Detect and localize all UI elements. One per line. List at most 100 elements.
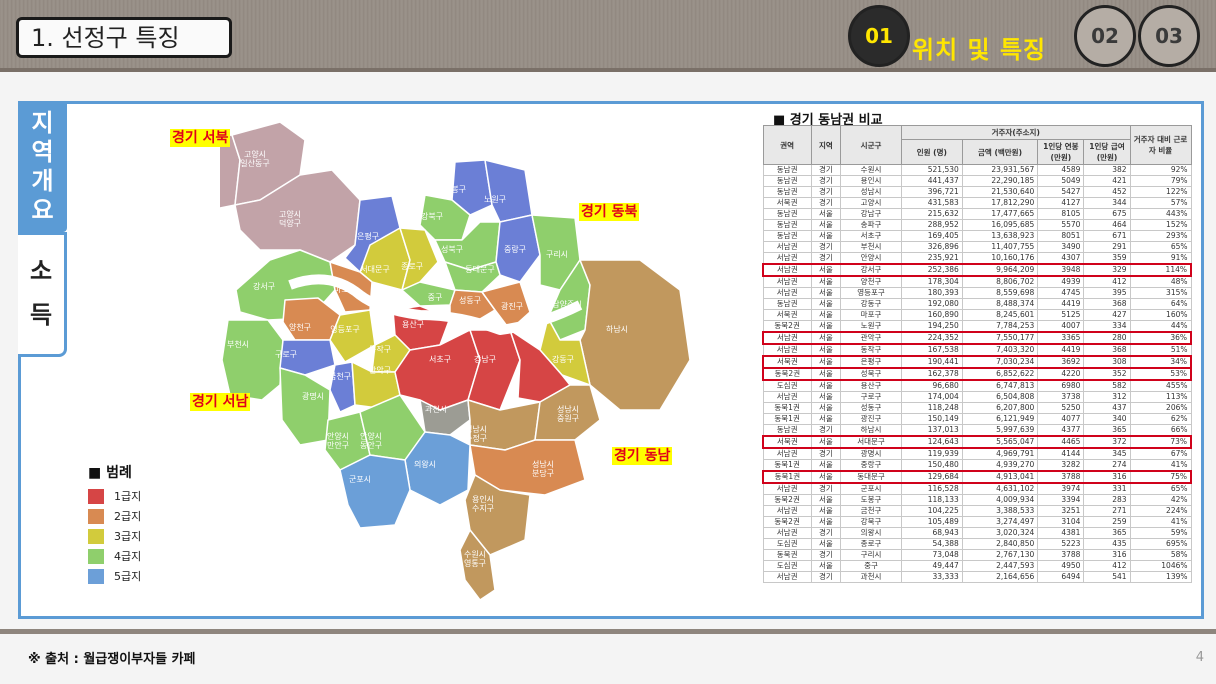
table-row: 서남권 서울 동작구 167,538 7,403,320 4419 368 51% [762, 343, 1192, 357]
table-cell: 382 [1083, 164, 1131, 176]
table-cell: 7,030,234 [961, 355, 1039, 369]
table-row: 동남권 경기 성남시 396,721 21,530,640 5427 452 122% [762, 186, 1192, 198]
table-cell: 464 [1083, 219, 1131, 231]
table-cell: 118,248 [900, 402, 963, 414]
table-cell: 443% [1129, 208, 1192, 220]
table-cell: 4,969,791 [961, 447, 1039, 460]
district-label: 과천시 [424, 405, 448, 414]
table-cell: 33,333 [900, 571, 963, 583]
table-row: 도심권 서울 용산구 96,680 6,747,813 6980 582 455% [762, 379, 1192, 392]
table-cell: 서남권 [762, 343, 812, 357]
table-cell: 104,225 [900, 505, 963, 517]
table-cell: 259 [1083, 516, 1131, 528]
table-cell: 695% [1129, 538, 1192, 550]
table-cell: 성동구 [840, 402, 902, 414]
table-cell: 53% [1129, 367, 1192, 381]
table-cell: 16,095,685 [961, 219, 1039, 231]
table-cell: 54,388 [900, 538, 963, 550]
table-cell: 도봉구 [840, 494, 902, 506]
table-cell: 5049 [1037, 175, 1085, 187]
district-label: 남양주시 [552, 300, 582, 309]
table-cell: 174,004 [900, 391, 963, 403]
table-cell: 경기 [810, 175, 842, 187]
table-cell: 동대문구 [840, 470, 902, 484]
table-cell: 경기 [810, 482, 842, 495]
step-01-button[interactable]: 01 [848, 5, 910, 67]
table-cell: 서울 [810, 367, 842, 381]
table-cell: 도심권 [762, 379, 812, 392]
table-cell: 521,530 [900, 164, 963, 176]
table-cell: 경기 [810, 527, 842, 539]
table-row: 동남권 경기 수원시 521,530 23,931,567 4589 382 92% [762, 164, 1192, 176]
table-cell: 구로구 [840, 391, 902, 403]
district-hanam [579, 259, 691, 411]
table-cell: 서울 [810, 379, 842, 392]
side-tab-region-overview[interactable]: 지역개요 [18, 101, 67, 232]
table-cell: 437 [1083, 402, 1131, 414]
table-cell: 3490 [1037, 241, 1085, 253]
table-cell: 안양시 [840, 252, 902, 265]
legend-swatch [88, 548, 104, 564]
table-cell: 서남권 [762, 482, 812, 495]
region-label-gyeonggi-southeast: 경기 동남 [612, 447, 673, 465]
page-number: 4 [1195, 650, 1204, 665]
table-cell: 51% [1129, 343, 1192, 357]
district-label: 성남시 수정구 [464, 425, 488, 443]
table-cell: 경기 [810, 186, 842, 198]
table-cell: 3692 [1037, 355, 1085, 369]
table-cell: 서울 [810, 516, 842, 528]
table-cell: 동남권 [762, 298, 812, 310]
table-cell: 5125 [1037, 309, 1085, 321]
table-row: 동남권 서울 서초구 169,405 13,638,923 8051 671 293% [762, 230, 1192, 242]
table-cell: 4745 [1037, 287, 1085, 299]
table-cell: 3974 [1037, 482, 1085, 495]
tab-char: 역 [31, 138, 54, 166]
table-cell: 23,931,567 [961, 164, 1039, 176]
table-cell: 215,632 [900, 208, 963, 220]
district-label: 의왕시 [413, 460, 437, 469]
table-cell: 352 [1083, 367, 1131, 381]
table-cell: 서북권 [761, 355, 812, 369]
table-cell: 2,767,130 [961, 549, 1039, 561]
table-cell: 8,559,698 [961, 287, 1039, 299]
table-cell: 68,943 [900, 527, 963, 539]
side-tab-income[interactable]: 소득 [18, 232, 67, 357]
step-03-button[interactable]: 03 [1138, 5, 1200, 67]
table-cell: 동남권 [762, 186, 812, 198]
table-cell: 4,009,934 [961, 494, 1039, 506]
step-02-button[interactable]: 02 [1074, 5, 1136, 67]
table-cell: 광명시 [840, 447, 902, 460]
table-cell: 2,840,850 [961, 538, 1039, 550]
table-cell: 169,405 [900, 230, 963, 242]
tab-char: 소 [29, 257, 53, 285]
legend-label: 5급지 [114, 570, 142, 583]
table-cell: 동남권 [762, 219, 812, 231]
table-cell: 양천구 [840, 275, 902, 288]
table-cell: 경기 [810, 549, 842, 561]
table-cell: 도심권 [762, 560, 812, 572]
table-cell: 288,952 [900, 219, 963, 231]
table-cell: 441,437 [900, 175, 963, 187]
table-row: 동북2권 서울 노원구 194,250 7,784,253 4007 334 44% [762, 320, 1192, 333]
table-cell: 성남시 [840, 186, 902, 198]
table-cell: 582 [1083, 379, 1131, 392]
table-cell: 331 [1083, 482, 1131, 495]
table-cell: 4589 [1037, 164, 1085, 176]
table-cell: 금천구 [840, 505, 902, 517]
table-cell: 도심권 [762, 538, 812, 550]
table-cell: 서울 [810, 355, 842, 369]
table-cell: 64% [1129, 298, 1192, 310]
table-cell: 412 [1083, 275, 1131, 288]
table-row: 동북권 경기 구리시 73,048 2,767,130 3788 316 58% [762, 549, 1192, 561]
table-cell: 3251 [1037, 505, 1085, 517]
table-cell: 8,488,374 [961, 298, 1039, 310]
district-label: 고양시 일산동구 [240, 150, 270, 168]
district-label: 동작구 [368, 345, 392, 354]
tab-char: 요 [31, 196, 54, 224]
table-cell: 의왕시 [840, 527, 902, 539]
table-row: 서북권 서울 마포구 160,890 8,245,601 5125 427 160% [762, 309, 1192, 321]
table-cell: 291 [1083, 241, 1131, 253]
table-cell: 서남권 [762, 241, 812, 253]
table-cell: 431,583 [900, 197, 963, 209]
table-cell: 152% [1129, 219, 1192, 231]
